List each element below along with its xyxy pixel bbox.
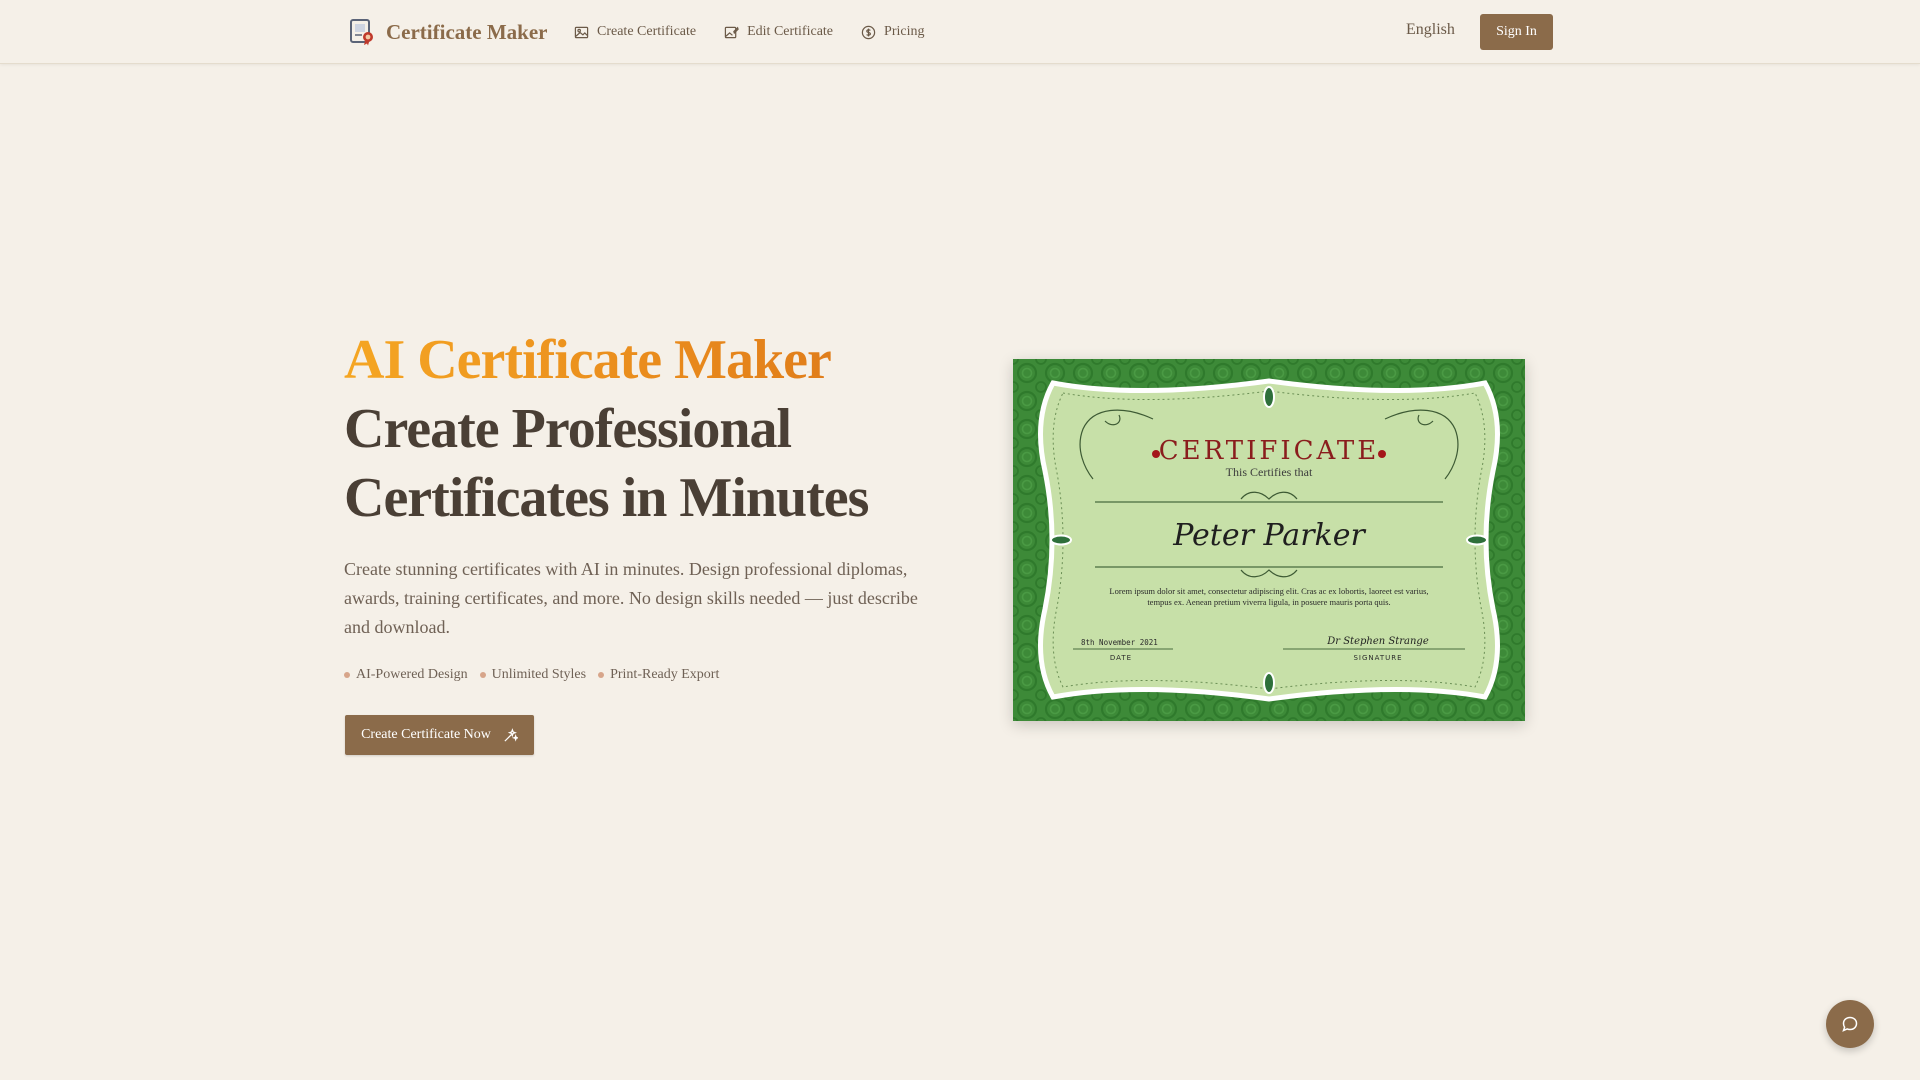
feature-item: AI-Powered Design [344,667,468,683]
image-icon [574,25,589,40]
main-nav: Create Certificate Edit Certificate Pric… [574,21,924,43]
chat-button[interactable] [1826,1000,1874,1048]
nav-create-certificate[interactable]: Create Certificate [574,21,696,43]
hero-title-accent: AI Certificate Maker [344,326,964,395]
certificate-date-label: DATE [1110,654,1132,662]
nav-edit-certificate[interactable]: Edit Certificate [724,21,833,43]
nav-edit-certificate-label: Edit Certificate [747,24,834,39]
certificate-recipient: Peter Parker [1172,518,1366,553]
bullet-dot-icon [479,672,486,678]
nav-pricing[interactable]: Pricing [861,21,924,43]
create-certificate-now-button[interactable]: Create Certificate Now [345,715,534,755]
top-nav-bar: Certificate Maker Create Certificate Edi… [0,0,1920,64]
logo-text: Certificate Maker [386,19,548,44]
hero-description: Create stunning certificates with AI in … [344,559,918,637]
certificate-heading: CERTIFICATE [1159,436,1379,466]
chat-bubble-icon [1841,1015,1859,1033]
feature-list: AI-Powered Design Unlimited Styles Print… [344,667,719,683]
certificate-signature-value: Dr Stephen Strange [1326,636,1429,647]
sign-in-button[interactable]: Sign In [1480,14,1553,50]
feature-item: Print-Ready Export [598,667,719,683]
nav-create-certificate-label: Create Certificate [597,24,697,39]
dollar-circle-icon [861,25,876,40]
cta-label: Create Certificate Now [361,727,491,742]
certificate-body-text: Lorem ipsum dolor sit amet, consectetur … [1109,586,1429,607]
hero-title-main: Create Professional Certificates in Minu… [344,398,869,529]
feature-label: Print-Ready Export [610,667,720,682]
bullet-dot-icon [598,672,605,678]
language-selector[interactable]: English [1406,21,1455,39]
bullet-dot-icon [344,672,350,678]
certificate-date-value: 8th November 2021 [1081,638,1158,647]
certificate-preview-image: CERTIFICATE This Certifies that Peter Pa… [1013,359,1525,721]
logo[interactable]: Certificate Maker [348,18,548,46]
feature-item: Unlimited Styles [479,667,587,683]
certificate-logo-icon [348,18,376,46]
sparkle-icon [503,727,518,743]
image-edit-icon [724,25,739,40]
certificate-subheading: This Certifies that [1226,465,1313,479]
feature-label: Unlimited Styles [491,667,587,682]
hero-title: AI Certificate Maker Create Professional… [344,326,964,533]
feature-label: AI-Powered Design [356,667,468,682]
nav-pricing-label: Pricing [884,24,925,39]
certificate-signature-label: SIGNATURE [1353,654,1402,662]
